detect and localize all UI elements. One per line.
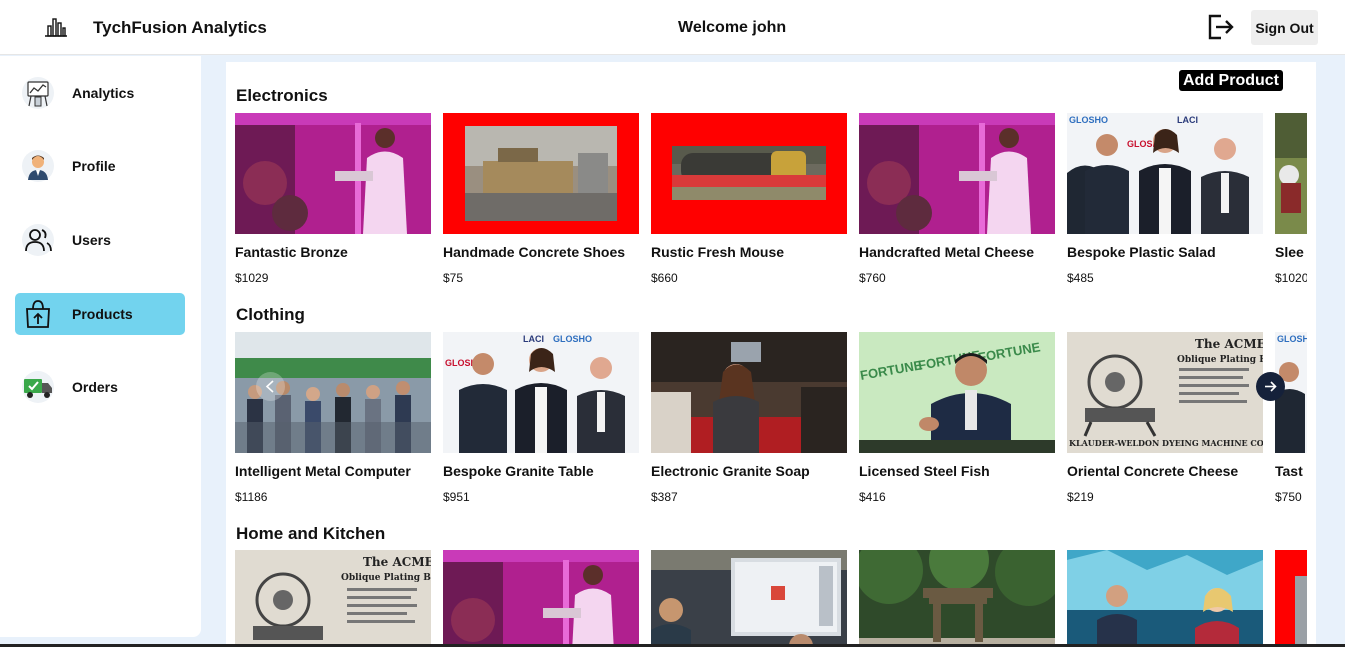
product-price: $1186 <box>235 490 268 504</box>
sign-out-button[interactable]: Sign Out <box>1251 10 1318 45</box>
sidebar-item-label: Users <box>72 232 111 248</box>
sidebar-item-label: Profile <box>72 158 116 174</box>
sidebar: Analytics Profile Users Products Orders <box>0 56 201 637</box>
product-price: $750 <box>1275 490 1302 504</box>
product-price: $75 <box>443 271 464 285</box>
product-price: $760 <box>859 271 886 285</box>
banner-text: LACI <box>1177 115 1198 125</box>
product-image <box>443 550 639 647</box>
sidebar-item-profile[interactable]: Profile <box>15 145 185 187</box>
product-row-electronics: Fantastic Bronze $1029 Handmade Concrete… <box>235 113 1307 303</box>
arrow-right-icon <box>1265 381 1277 392</box>
banner-text: GLOSHO <box>553 334 592 344</box>
ad-footer: KLAUDER-WELDON DYEING MACHINE CO. <box>1069 438 1263 448</box>
banner-text: LACI <box>523 334 544 344</box>
product-name: Intelligent Metal Computer <box>235 463 411 479</box>
product-name: Oriental Concrete Cheese <box>1067 463 1239 479</box>
ad-heading: The ACME <box>363 555 431 569</box>
product-image <box>651 550 847 647</box>
sidebar-item-label: Products <box>72 306 133 322</box>
product-image <box>443 113 639 234</box>
product-name: Tast <box>1275 463 1303 479</box>
sidebar-item-users[interactable]: Users <box>15 219 185 261</box>
top-header: TychFusion Analytics Welcome john Sign O… <box>0 0 1345 55</box>
product-name: Slee <box>1275 244 1304 260</box>
sidebar-item-products[interactable]: Products <box>15 293 185 335</box>
product-image <box>651 332 847 453</box>
product-name: Electronic Granite Soap <box>651 463 810 479</box>
banner-text: GLOSHO <box>1069 115 1108 125</box>
product-image: The ACME Oblique Plating Barrel <box>235 550 431 647</box>
product-name: Bespoke Granite Table <box>443 463 594 479</box>
product-price: $951 <box>443 490 470 504</box>
banner-text: GLOSHO <box>1277 334 1307 344</box>
product-image: LACI GLOSHO GLOSHO <box>443 332 639 453</box>
product-image: GLOSHO LACI GLOSHO <box>1067 113 1263 234</box>
sidebar-item-orders[interactable]: Orders <box>15 366 185 408</box>
users-icon <box>22 224 54 256</box>
delivery-truck-icon <box>22 371 54 403</box>
product-image <box>859 550 1055 647</box>
ad-subheading: Oblique Plating Barrel <box>341 573 431 583</box>
product-name: Bespoke Plastic Salad <box>1067 244 1216 260</box>
product-price: $485 <box>1067 271 1094 285</box>
category-title: Home and Kitchen <box>236 524 386 543</box>
product-row-home-kitchen: The ACME Oblique Plating Barrel <box>235 550 1307 647</box>
product-name: Rustic Fresh Mouse <box>651 244 785 260</box>
carousel-prev-button[interactable] <box>256 372 285 401</box>
welcome-message: Welcome john <box>678 19 787 36</box>
product-image: The ACME Oblique Plating Barrel KLAUDER-… <box>1067 332 1263 453</box>
product-image <box>1067 550 1263 647</box>
product-price: $660 <box>651 271 678 285</box>
sidebar-item-label: Orders <box>72 379 118 395</box>
product-price: $1020 <box>1275 271 1307 285</box>
product-image <box>651 113 847 234</box>
product-image <box>1275 113 1307 234</box>
category-title: Electronics <box>236 86 328 105</box>
product-image <box>1275 550 1307 647</box>
product-image <box>859 113 1055 234</box>
chevron-left-icon <box>265 380 274 393</box>
category-title: Clothing <box>236 305 305 324</box>
product-price: $416 <box>859 490 886 504</box>
app-title: TychFusion Analytics <box>93 18 267 37</box>
product-image: FORTUNE FORTUNE FORTUNE <box>859 332 1055 453</box>
product-row-clothing: Intelligent Metal Computer $1186 LACI GL… <box>235 332 1307 522</box>
product-name: Handmade Concrete Shoes <box>443 244 626 260</box>
ad-subheading: Oblique Plating Barrel <box>1177 355 1263 365</box>
carousel-next-button[interactable] <box>1256 372 1285 401</box>
product-name: Fantastic Bronze <box>235 244 348 260</box>
product-image <box>235 113 431 234</box>
ad-heading: The ACME <box>1195 337 1263 351</box>
shopping-bag-icon <box>26 300 50 328</box>
add-product-button[interactable]: Add Product <box>1179 70 1283 91</box>
product-price: $219 <box>1067 490 1094 504</box>
product-name: Licensed Steel Fish <box>859 463 990 479</box>
product-price: $387 <box>651 490 678 504</box>
products-panel: Add Product Electronics Fantastic Bronze… <box>226 62 1316 647</box>
sidebar-item-analytics[interactable]: Analytics <box>15 72 185 114</box>
product-price: $1029 <box>235 271 269 285</box>
sidebar-item-label: Analytics <box>72 85 135 101</box>
analytics-icon <box>22 77 54 109</box>
profile-avatar-icon <box>22 150 54 182</box>
logout-icon[interactable] <box>1205 12 1235 42</box>
product-name: Handcrafted Metal Cheese <box>859 244 1035 260</box>
bar-chart-icon <box>45 18 67 37</box>
